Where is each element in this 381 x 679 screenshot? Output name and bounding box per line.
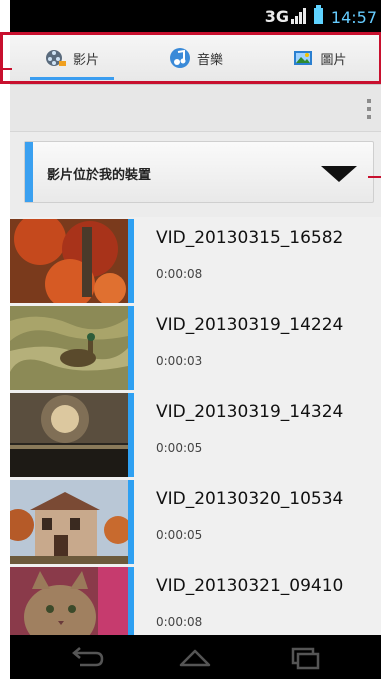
media-tab-bar: 影片 音樂 圖片 — [10, 32, 381, 85]
tab-videos-label: 影片 — [72, 52, 99, 68]
video-title: VID_20130319_14224 — [156, 315, 344, 335]
annotation-pointer-line — [0, 68, 12, 70]
dropdown-arrow-icon[interactable] — [321, 166, 357, 182]
video-row[interactable]: VID_20130319_14324 0:00:05 — [10, 391, 381, 478]
video-thumbnail — [10, 219, 128, 303]
location-dropdown[interactable]: 影片位於我的裝置 — [24, 141, 374, 203]
tab-videos[interactable]: 影片 — [10, 32, 134, 84]
video-accent-bar — [128, 480, 134, 564]
back-icon[interactable] — [66, 643, 106, 671]
active-tab-indicator — [30, 77, 114, 80]
video-row[interactable]: VID_20130319_14224 0:00:03 — [10, 304, 381, 391]
video-duration: 0:00:05 — [156, 441, 203, 455]
navigation-bar — [10, 635, 381, 679]
overflow-menu-icon[interactable] — [367, 99, 373, 119]
video-row[interactable]: VID_20130320_10534 0:00:05 — [10, 478, 381, 565]
video-row[interactable]: VID_20130315_16582 0:00:08 — [10, 217, 381, 304]
video-title: VID_20130319_14324 — [156, 402, 344, 422]
video-thumbnail — [10, 480, 128, 564]
battery-icon — [314, 5, 323, 24]
music-note-icon — [169, 48, 190, 68]
video-thumbnail — [10, 567, 128, 635]
tab-photos[interactable]: 圖片 — [258, 32, 381, 84]
action-bar — [10, 85, 381, 132]
video-duration: 0:00:08 — [156, 267, 203, 281]
annotation-pointer-line — [368, 176, 381, 178]
video-accent-bar — [128, 306, 134, 390]
video-title: VID_20130320_10534 — [156, 489, 344, 509]
location-label: 影片位於我的裝置 — [47, 168, 152, 183]
video-accent-bar — [128, 219, 134, 303]
video-thumbnail — [10, 306, 128, 390]
video-accent-bar — [128, 393, 134, 477]
status-bar: 3G 14:57 — [10, 0, 381, 32]
video-duration: 0:00:05 — [156, 528, 203, 542]
video-title: VID_20130321_09410 — [156, 576, 344, 596]
tab-music-label: 音樂 — [196, 52, 223, 68]
tab-music[interactable]: 音樂 — [134, 32, 258, 84]
location-accent — [25, 142, 33, 202]
video-duration: 0:00:08 — [156, 615, 203, 629]
film-reel-icon — [45, 50, 66, 66]
signal-icon — [291, 8, 306, 24]
recent-apps-icon[interactable] — [285, 643, 325, 671]
clock: 14:57 — [330, 8, 377, 27]
video-accent-bar — [128, 567, 134, 635]
video-duration: 0:00:03 — [156, 354, 203, 368]
network-type: 3G — [264, 7, 289, 26]
phone-screen: 3G 14:57 影片 音樂 圖片 影片位於我的裝置 VID_20130315_… — [10, 0, 381, 679]
home-icon[interactable] — [175, 643, 215, 671]
video-title: VID_20130315_16582 — [156, 228, 344, 248]
tab-photos-label: 圖片 — [320, 52, 347, 68]
picture-icon — [294, 51, 313, 65]
video-row[interactable]: VID_20130321_09410 0:00:08 — [10, 565, 381, 635]
video-thumbnail — [10, 393, 128, 477]
video-list: VID_20130315_16582 0:00:08 VID_20130319_… — [10, 217, 381, 635]
